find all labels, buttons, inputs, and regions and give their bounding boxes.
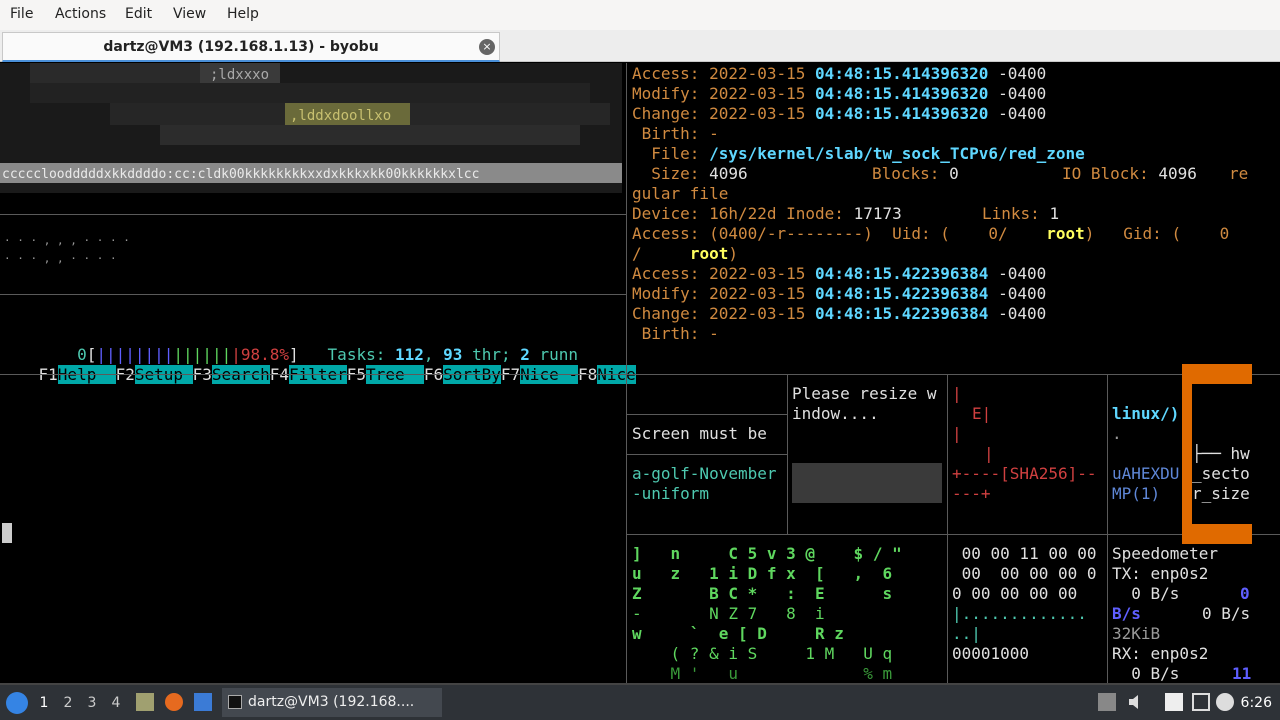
workspace-4[interactable]: 4 [108,695,124,711]
eject-icon[interactable] [1098,693,1116,711]
volume-icon[interactable] [1127,693,1145,711]
tree-line-2: _secto [1192,464,1250,483]
taskbar: 1 2 3 4 dartz@VM3 (192.168.... 6:26 [0,685,1280,720]
task-label: dartz@VM3 (192.168.... [248,694,415,710]
workspace-3[interactable]: 3 [84,695,100,711]
menu-edit[interactable]: Edit [125,6,152,22]
dots-row: · · · , , , · · · · [4,234,130,247]
tree-line-1: ├── hw [1192,444,1250,463]
menu-actions[interactable]: Actions [55,6,106,22]
tab-terminal[interactable]: dartz@VM3 (192.168.1.13) - byobu × [2,32,500,62]
cursor [2,523,12,543]
close-icon[interactable]: × [479,39,495,55]
task-terminal[interactable]: dartz@VM3 (192.168.... [222,688,442,717]
art-text-b: ,lddxdoollxo [290,108,392,124]
sha-end: ---+ [952,484,991,503]
blurred-block [792,463,942,503]
desktop-icon[interactable] [194,693,212,711]
sha-line: +----[SHA256]-- [952,464,1097,483]
file-manager-icon[interactable] [136,693,154,711]
firefox-icon[interactable] [165,693,183,711]
workspace-2[interactable]: 2 [60,695,76,711]
hexdump-title-2: MP(1) [1112,484,1161,503]
terminal-area[interactable]: ;ldxxxo ,lddxdoollxo cccccloodddddxkkddd… [0,63,1280,685]
art-text-c: cccccloodddddxkkddddo:cc:cldk00kkkkkkkkx… [2,167,480,182]
sha-e: E| [972,404,992,423]
start-menu-icon[interactable] [6,692,28,714]
resize-msg-2: indow.... [792,404,879,423]
dots-row: · · · , , · · · · [4,252,117,265]
clock[interactable]: 6:26 [1241,695,1272,711]
clipboard-icon[interactable] [1165,693,1183,711]
art-text-a: ;ldxxxo [210,67,270,83]
display-icon[interactable] [1192,693,1210,711]
ascii-art-pane: ;ldxxxo ,lddxdoollxo cccccloodddddxkkddd… [0,63,622,193]
info-icon[interactable] [1216,693,1234,711]
golf-text-1: a-golf-November [632,464,777,483]
dot-text: . [1112,424,1122,443]
tab-title: dartz@VM3 (192.168.1.13) - byobu [103,39,379,55]
resize-msg-1: Please resize w [792,384,937,403]
linux-path: linux/) [1112,404,1180,423]
golf-text-2: -uniform [632,484,710,503]
htop-function-bar: F1Help F2Setup F3SearchF4FilterF5Tree F6… [0,345,636,405]
tab-bar: dartz@VM3 (192.168.1.13) - byobu × [0,30,1280,62]
menu-view[interactable]: View [173,6,206,22]
screen-must-msg: Screen must be [632,424,767,443]
workspace-1[interactable]: 1 [36,695,52,711]
hexdump-title-1: uAHEXDU [1112,464,1180,483]
menu-file[interactable]: File [10,6,33,22]
menu-bar: File Actions Edit View Help [0,0,1280,30]
terminal-icon [228,695,242,709]
menu-help[interactable]: Help [227,6,259,22]
tree-line-3: r_size [1192,484,1250,503]
